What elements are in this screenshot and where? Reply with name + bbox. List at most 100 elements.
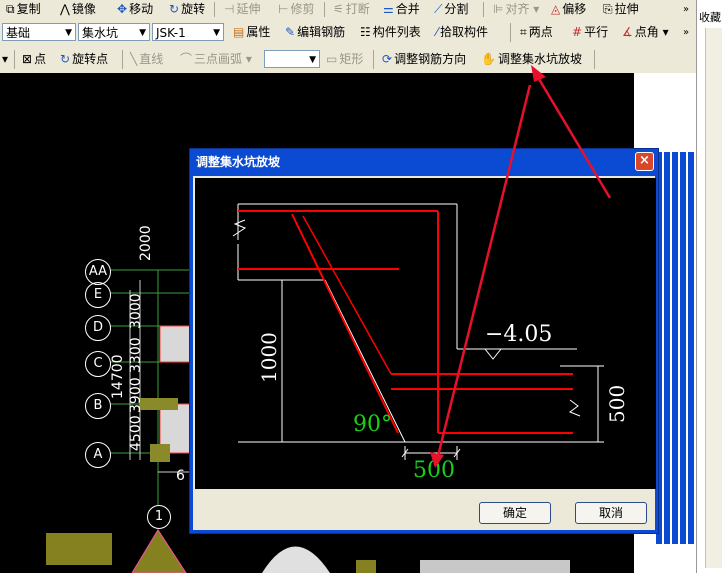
separator — [594, 50, 595, 69]
trim-button[interactable]: ⊢ 修剪 — [278, 0, 314, 19]
align-button[interactable]: ⊫ 对齐 ▾ — [493, 0, 539, 19]
separator — [324, 2, 325, 17]
rect-icon: ▭ — [326, 52, 338, 66]
edit-rebar-button[interactable]: ✎ 编辑钢筋 — [285, 23, 345, 42]
elevation-label: −4.05 — [485, 322, 553, 347]
close-button[interactable]: × — [635, 152, 654, 171]
mirror-icon: ⋀ — [60, 2, 70, 16]
stretch-icon: ⎘ — [603, 2, 613, 16]
slope-diagram[interactable]: −4.05 1000 500 500 90° — [195, 178, 656, 489]
component-select[interactable]: JSK-1 ▼ — [152, 23, 224, 41]
dialog-body: −4.05 1000 500 500 90° 确定 取消 — [193, 176, 656, 530]
separator — [122, 50, 123, 69]
dim-3300: 3300 — [128, 337, 144, 373]
rebar-direction-icon: ⟳ — [382, 52, 393, 66]
axis-label-a: A — [85, 442, 111, 468]
dim-4500: 4500 — [128, 415, 144, 451]
height-dim-label: 1000 — [257, 332, 281, 383]
merge-button[interactable]: ⚌ 合并 — [383, 0, 420, 19]
cancel-button[interactable]: 取消 — [575, 502, 647, 524]
grip-icon: ▾ — [2, 52, 9, 66]
trim-icon: ⊢ — [278, 2, 289, 16]
offset-button[interactable]: ◬ 偏移 — [551, 0, 586, 19]
merge-icon: ⚌ — [383, 2, 394, 16]
dim-bottom: 6 — [176, 468, 185, 484]
two-points-icon: ⌗ — [520, 25, 527, 39]
edit-toolbar: ⧉ 复制 ⋀ 镜像 ✥ 移动 ↻ 旋转 ⊣ 延伸 ⊢ 修剪 ⚟ 打断 ⚌ 合并 ⟋ 分割 ⊫ 对齐 … — [0, 0, 696, 20]
break-icon: ⚟ — [333, 2, 344, 16]
properties-button[interactable]: ▤ 属性 — [233, 23, 270, 42]
scrollbar[interactable] — [705, 28, 722, 568]
axis-label-b: B — [85, 393, 111, 419]
angle-input[interactable]: 90° — [353, 412, 392, 437]
break-button[interactable]: ⚟ 打断 — [333, 0, 370, 19]
slope-adjust-label-wrap: ✋ 调整集水坑放坡 — [481, 50, 582, 69]
right-dim-label: 500 — [605, 384, 629, 423]
dim-3900: 3900 — [128, 377, 144, 413]
extend-icon: ⊣ — [224, 2, 235, 16]
separator — [14, 50, 15, 69]
draw-style-select[interactable]: ▼ — [264, 50, 320, 68]
point-angle-icon: ∡ — [622, 25, 633, 39]
list-icon: ☷ — [360, 25, 371, 39]
chevron-down-icon: ▼ — [213, 28, 220, 38]
stretch-button[interactable]: ⎘ 拉伸 — [603, 0, 639, 19]
extend-button[interactable]: ⊣ 延伸 — [224, 0, 260, 19]
dim-2000: 2000 — [138, 225, 154, 261]
toolbar-overflow-icon[interactable]: » — [683, 23, 689, 42]
axis-label-c: C — [85, 351, 111, 377]
move-button[interactable]: ✥ 移动 — [117, 0, 153, 19]
toolbar-overflow-icon[interactable]: » — [683, 0, 689, 19]
split-button[interactable]: ⟋ 分割 — [434, 0, 468, 19]
dim-3000: 3000 — [128, 293, 144, 329]
arc3-button[interactable]: ⌒ 三点画弧 ▾ — [180, 50, 252, 69]
copy-button[interactable]: ⧉ 复制 — [6, 0, 41, 19]
hand-icon: ✋ — [481, 52, 496, 66]
component-list-button[interactable]: ☷ 构件列表 — [360, 23, 421, 42]
align-icon: ⊫ — [493, 2, 504, 16]
line-button[interactable]: ╲ 直线 — [130, 50, 163, 69]
axis-label-1: 1 — [147, 505, 171, 529]
move-icon: ✥ — [117, 2, 128, 16]
eyedropper-icon: ⁄ — [436, 25, 439, 39]
two-points-button[interactable]: ⌗ 两点 — [520, 23, 553, 42]
point-button[interactable]: ⊠ 点 — [22, 50, 46, 69]
axis-label-e: E — [85, 282, 111, 308]
rotate-point-button[interactable]: ↻ 旋转点 — [60, 50, 108, 69]
mirror-button[interactable]: ⋀ 镜像 — [60, 0, 96, 19]
separator — [214, 2, 215, 17]
point-angle-button[interactable]: ∡ 点角 ▾ — [622, 23, 669, 42]
pick-component-button[interactable]: ⁄ 拾取构件 — [436, 23, 488, 42]
floor-select[interactable]: 基础 ▼ — [2, 23, 76, 41]
point-icon: ⊠ — [22, 52, 33, 66]
component-toolbar: 基础 ▼ 集水坑 ▼ JSK-1 ▼ ▤ 属性 ✎ 编辑钢筋 ☷ 构件列表 ⁄ 拾取构件 ⌗ 两… — [0, 19, 696, 47]
rotate-button[interactable]: ↻ 旋转 — [169, 0, 205, 19]
split-icon: ⟋ — [434, 2, 443, 16]
line-icon: ╲ — [130, 52, 138, 66]
properties-icon: ▤ — [233, 25, 245, 39]
dim-14700: 14700 — [110, 354, 126, 399]
copy-icon: ⧉ — [6, 2, 15, 16]
type-select[interactable]: 集水坑 ▼ — [78, 23, 150, 41]
ok-button[interactable]: 确定 — [479, 502, 551, 524]
offset-icon: ◬ — [551, 2, 561, 16]
separator — [483, 2, 484, 17]
favorites-label[interactable]: 收藏 — [699, 9, 721, 25]
parallel-icon: # — [572, 25, 583, 39]
rebar-direction-button[interactable]: ⟳ 调整钢筋方向 — [382, 50, 466, 69]
rect-button[interactable]: ▭ 矩形 — [326, 50, 363, 69]
draw-toolbar: ▾ ⊠ 点 ↻ 旋转点 ╲ 直线 ⌒ 三点画弧 ▾ ▼ ▭ 矩形 ⟳ 调整钢筋方向 ✋ 调整集… — [0, 46, 696, 115]
arc-icon: ⌒ — [180, 52, 193, 66]
parallel-button[interactable]: # 平行 — [572, 23, 608, 42]
chevron-down-icon: ▼ — [65, 28, 72, 38]
chevron-down-icon: ▼ — [139, 28, 146, 38]
bottom-dim-input[interactable]: 500 — [413, 458, 455, 483]
side-panel: 收藏 — [696, 0, 726, 573]
axis-label-d: D — [85, 315, 111, 341]
rotate-point-icon: ↻ — [60, 52, 71, 66]
slope-dialog: 调整集水坑放坡 × −4.05 1000 500 500 90° 确定 取消 — [189, 148, 659, 534]
chevron-down-icon: ▼ — [309, 55, 316, 65]
separator — [373, 50, 374, 69]
dialog-title: 调整集水坑放坡 — [196, 155, 281, 169]
separator — [510, 23, 511, 42]
